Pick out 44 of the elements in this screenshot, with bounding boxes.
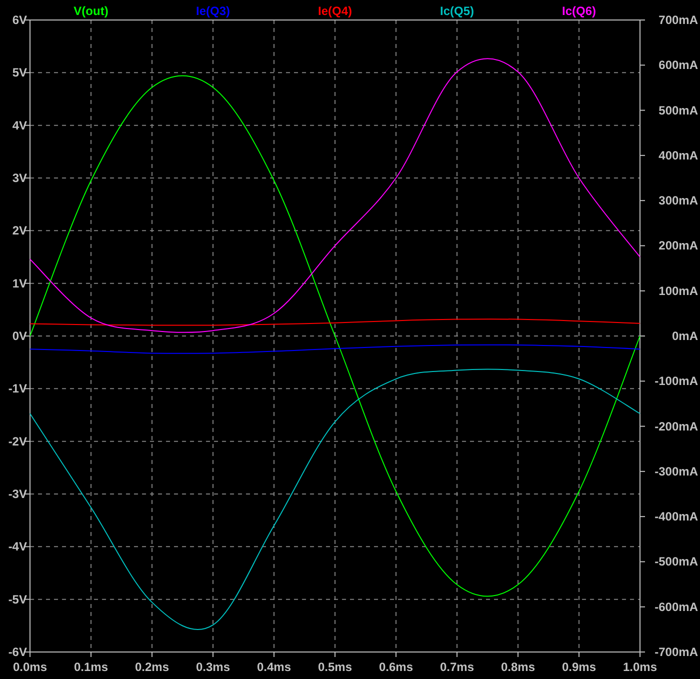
y-tick-label: 600mA [658,58,698,72]
y-tick-label: -300mA [654,464,698,478]
y-tick-label: -2V [8,434,27,448]
legend-label: V(out) [74,4,108,18]
y-tick-label: 200mA [658,238,698,253]
y-tick-label: 4V [12,118,27,132]
y-tick-label: -3V [8,487,27,501]
x-tick-label: 0.5ms [318,660,352,674]
x-tick-label: 0.1ms [74,660,108,674]
x-tick-label: 0.9ms [562,660,596,674]
y-tick-label: 100mA [658,284,698,298]
x-tick-label: 0.3ms [196,660,230,674]
y-tick-label: 0mA [672,329,698,343]
y-tick-label: -400mA [654,510,698,524]
legend-label: Ic(Q5) [440,4,474,18]
y-tick-label: 500mA [658,103,698,118]
y-tick-label: 300mA [658,194,698,208]
x-tick-label: 0.8ms [500,660,536,674]
x-tick-label: 0.2ms [134,660,170,674]
y-tick-label: -5V [8,592,27,606]
y-tick-label: -700mA [654,645,698,659]
y-tick-label: 6V [12,13,27,27]
legend-label: Ie(Q4) [318,4,352,18]
y-tick-label: -4V [8,540,27,554]
y-tick-label: -200mA [654,419,698,434]
y-tick-label: 400mA [658,148,698,162]
x-tick-label: 0.6ms [378,660,414,674]
y-tick-label: 2V [12,224,27,238]
y-tick-label: -500mA [654,554,698,569]
y-tick-label: -6V [8,645,27,659]
y-tick-label: 1V [12,276,27,290]
y-tick-label: 0V [12,329,27,343]
legend-label: Ic(Q6) [562,4,596,18]
y-tick-label: -100mA [654,374,698,388]
y-tick-label: 700mA [658,13,698,27]
legend-label: Ie(Q3) [196,4,230,18]
y-tick-label: 5V [12,66,27,80]
x-tick-label: 0.7ms [440,660,474,674]
y-tick-label: 3V [12,171,27,185]
x-tick-label: 0.4ms [256,660,292,674]
y-tick-label: -600mA [654,600,698,614]
y-tick-label: -1V [8,382,27,396]
x-tick-label: 1.0ms [622,660,658,674]
x-tick-label: 0.0ms [12,660,48,674]
